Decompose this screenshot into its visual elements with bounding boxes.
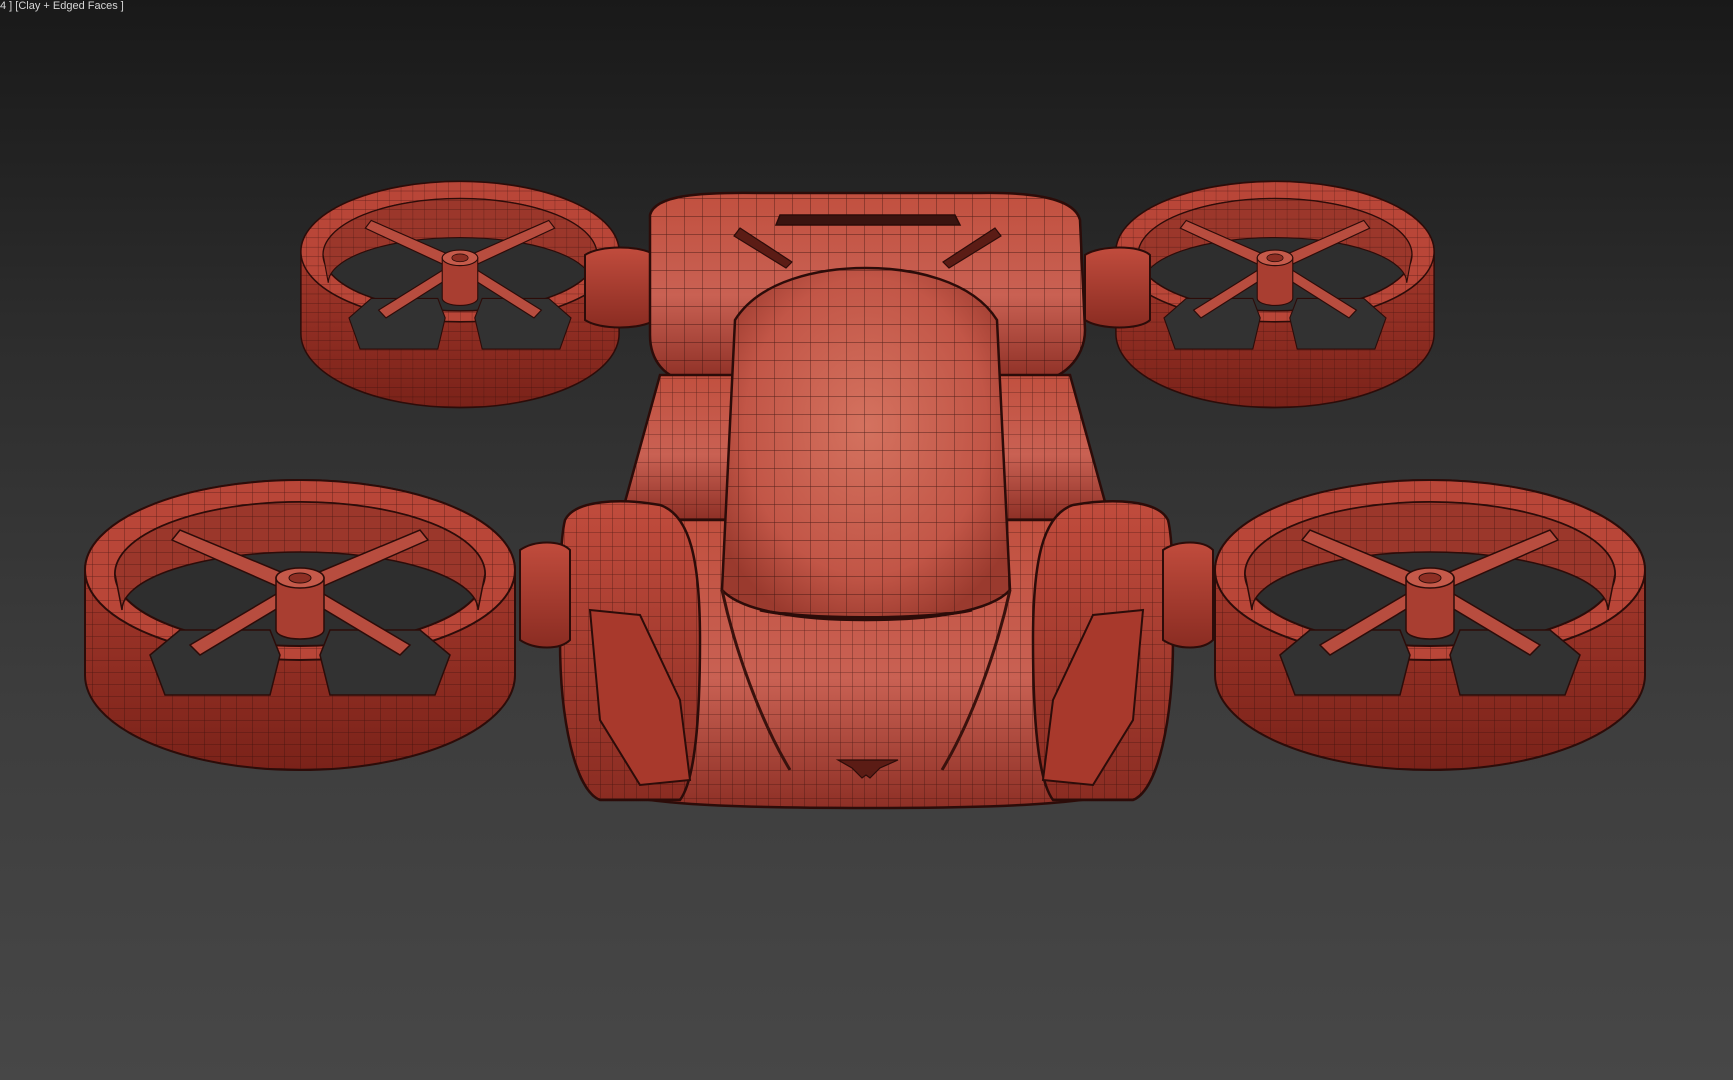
rotor-rear-left — [300, 180, 620, 409]
3d-viewport[interactable]: 4 ] [Clay + Edged Faces ] — [0, 0, 1733, 1080]
drone-car-model — [84, 180, 1646, 810]
viewport-label[interactable]: 4 ] [Clay + Edged Faces ] — [0, 0, 124, 12]
rotor-front-right — [1214, 479, 1646, 771]
vehicle-body — [558, 191, 1175, 810]
rotor-rear-right — [1115, 180, 1435, 409]
rotor-front-left — [84, 479, 516, 771]
